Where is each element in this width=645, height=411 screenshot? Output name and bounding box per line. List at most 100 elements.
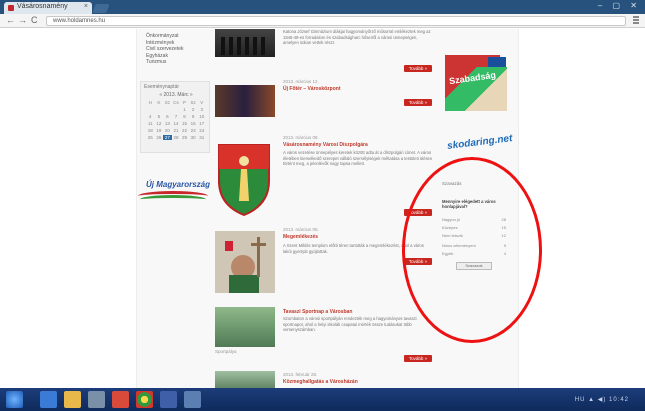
sidebar-link[interactable]: Önkormányzat [146, 33, 184, 40]
app-icon[interactable] [112, 391, 129, 408]
calendar-grid: H K Sz Cs P Sz V 1 2 3 4 5 6 7 8 9 10 11 12 13 14 15 16 17 18 19 2… [146, 100, 206, 140]
article-body: Katona József Gimnázium diákjai hagyomán… [283, 29, 431, 45]
logo-swoosh [140, 195, 206, 204]
calendar-day[interactable]: 4 [146, 114, 155, 119]
calendar-day[interactable]: 17 [197, 121, 206, 126]
read-more-button[interactable]: Tovább » [404, 65, 432, 72]
browser-titlebar: Vásárosnamény × – ▢ ✕ [0, 0, 645, 14]
calendar-day[interactable]: 31 [197, 135, 206, 140]
logo-text: Új Magyarország [146, 180, 211, 189]
explorer-icon[interactable] [64, 391, 81, 408]
calendar-day[interactable]: Sz [163, 100, 172, 105]
chrome-icon[interactable] [136, 391, 153, 408]
article-body: A város vezetése ünnepélyes keretek közö… [283, 150, 433, 166]
calendar-day[interactable]: 24 [197, 128, 206, 133]
sidebar-link[interactable]: Turizmus [146, 59, 184, 66]
article-title[interactable]: Tavaszi Sportnap a Városban [283, 309, 352, 315]
article-title[interactable]: Megemlékezés [283, 234, 318, 240]
forward-icon[interactable]: → [18, 15, 27, 25]
calendar-day[interactable]: 14 [172, 121, 181, 126]
calendar-day[interactable]: 3 [197, 107, 206, 112]
calendar-day [163, 107, 172, 112]
window-controls[interactable]: – ▢ ✕ [598, 1, 641, 10]
calendar-day[interactable]: 10 [197, 114, 206, 119]
reload-icon[interactable]: C [31, 15, 38, 25]
calendar-day[interactable]: 19 [155, 128, 164, 133]
calendar-day[interactable]: 28 [172, 135, 181, 140]
calendar-day[interactable]: P [180, 100, 189, 105]
sidebar-links: Önkormányzat Intézmények Civil szervezet… [146, 33, 184, 66]
uj-magyarorszag-logo[interactable]: Új Magyarország [136, 177, 210, 207]
calendar-day[interactable]: 27 [163, 135, 172, 140]
menu-icon[interactable] [633, 16, 639, 24]
calendar-day[interactable]: 13 [163, 121, 172, 126]
calendar-day[interactable]: V [197, 100, 206, 105]
calendar-day[interactable]: 21 [172, 128, 181, 133]
sidebar-link[interactable]: Civil szervezetek [146, 46, 184, 53]
article-body: Szombaton a városi sportpályán rendezték… [283, 316, 417, 332]
calendar-day [155, 107, 164, 112]
calendar-day[interactable]: 18 [146, 128, 155, 133]
calendar-day[interactable]: 26 [155, 135, 164, 140]
calendar-day[interactable]: 6 [163, 114, 172, 119]
calendar-month-nav[interactable]: « 2013. Márc » [149, 92, 203, 98]
article-thumbnail[interactable] [215, 85, 275, 117]
calendar-day[interactable]: 1 [180, 107, 189, 112]
new-tab-button[interactable] [92, 4, 110, 13]
article-title[interactable]: Új Főtér – Városközpont [283, 86, 341, 92]
system-tray[interactable]: HU ▲ ◀) 10:42 [575, 396, 629, 403]
calendar-day[interactable]: K [155, 100, 164, 105]
address-bar[interactable]: www.holdamnes.hu [46, 16, 626, 26]
article-thumbnail[interactable] [215, 29, 275, 57]
calendar-day[interactable]: 16 [189, 121, 198, 126]
calendar-day[interactable]: 22 [180, 128, 189, 133]
browser-tab[interactable]: Vásárosnamény × [4, 2, 92, 14]
article-thumbnail[interactable] [215, 371, 275, 388]
read-more-button[interactable]: Tovább » [404, 99, 432, 106]
city-crest-image[interactable] [215, 141, 273, 217]
calendar-day[interactable]: 7 [172, 114, 181, 119]
calendar-day[interactable]: 5 [155, 114, 164, 119]
article-date: 2013. február 28. [283, 372, 318, 377]
calendar-day[interactable]: 30 [189, 135, 198, 140]
article-thumbnail[interactable] [215, 307, 275, 347]
eu-flag-icon [488, 57, 506, 67]
calendar-day[interactable]: H [146, 100, 155, 105]
start-button-icon[interactable] [6, 391, 23, 408]
calendar-day [172, 107, 181, 112]
calendar-day[interactable]: Sz [189, 100, 198, 105]
calendar-day[interactable]: Cs [172, 100, 181, 105]
article-title[interactable]: Közmeghallgatás a Városházán [283, 379, 358, 385]
calendar-day[interactable]: 23 [189, 128, 198, 133]
ie-icon[interactable] [40, 391, 57, 408]
url-text: www.holdamnes.hu [53, 18, 106, 24]
calendar-day[interactable]: 12 [155, 121, 164, 126]
book-banner[interactable]: Szabadság [445, 67, 507, 111]
calendar-day[interactable]: 25 [146, 135, 155, 140]
calendar-day[interactable]: 11 [146, 121, 155, 126]
calendar-title: Eseménynaptár [144, 84, 180, 90]
calendar-day [146, 107, 155, 112]
red-highlight-circle [402, 157, 542, 343]
book-banner-text: Szabadság [448, 69, 497, 87]
media-icon[interactable] [88, 391, 105, 408]
calendar-day[interactable]: 29 [180, 135, 189, 140]
article-title[interactable]: Vásárosnamény Városi Díszpolgára [283, 142, 368, 148]
tab-title: Vásárosnamény [17, 3, 68, 10]
calendar-day[interactable]: 9 [189, 114, 198, 119]
read-more-button[interactable]: Tovább » [404, 355, 432, 362]
windows-taskbar: HU ▲ ◀) 10:42 [0, 388, 645, 411]
article-date: 2013. március 05. [283, 227, 319, 232]
calendar-day[interactable]: 8 [180, 114, 189, 119]
app-icon[interactable] [184, 391, 201, 408]
tab-close-icon[interactable]: × [84, 3, 88, 10]
article-thumbnail[interactable] [215, 231, 275, 293]
app-icon[interactable] [160, 391, 177, 408]
calendar-day[interactable]: 15 [180, 121, 189, 126]
article-date: 2013. március 08. [283, 135, 319, 140]
calendar-day[interactable]: 20 [163, 128, 172, 133]
calendar-day[interactable]: 2 [189, 107, 198, 112]
article-date: 2013. március 12. [283, 79, 319, 84]
back-icon[interactable]: ← [6, 15, 15, 25]
thumbnail-caption: Sportpálya [215, 349, 237, 354]
